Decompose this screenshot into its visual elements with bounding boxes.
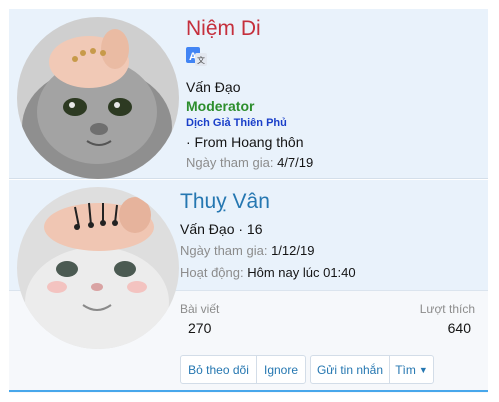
user-title: Vấn Đạo · 16 <box>180 221 263 237</box>
last-activity-value: Hôm nay lúc 01:40 <box>247 265 356 280</box>
last-activity-label: Hoạt động: <box>180 265 244 280</box>
card-bottom-rule <box>9 390 488 392</box>
user-title: Vấn Đạo <box>186 79 241 95</box>
send-message-button[interactable]: Gửi tin nhắn <box>310 355 390 384</box>
ignore-button[interactable]: Ignore <box>256 355 306 384</box>
join-date: Ngày tham gia: 4/7/19 <box>186 155 313 170</box>
chevron-down-icon: ▼ <box>418 364 428 375</box>
join-date-value: 4/7/19 <box>277 155 314 170</box>
likes-label: Lượt thích <box>419 302 475 316</box>
translate-icon: A 文 <box>186 47 208 67</box>
join-date: Ngày tham gia: 1/12/19 <box>180 243 314 258</box>
moderator-banner: Moderator <box>186 98 255 114</box>
avatar-thuy-van[interactable] <box>17 187 179 349</box>
posts-count[interactable]: 270 <box>188 320 211 336</box>
last-activity: Hoạt động: Hôm nay lúc 01:40 <box>180 265 356 280</box>
profile-name-thuy-van[interactable]: Thuỵ Vân <box>180 190 270 214</box>
likes-count: 640 <box>447 320 471 336</box>
avatar-niem-di[interactable] <box>17 17 179 179</box>
profile-name-niem-di[interactable]: Niệm Di <box>186 17 261 41</box>
user-subtitle: Dịch Giả Thiên Phủ <box>186 117 287 129</box>
svg-text:文: 文 <box>197 55 205 65</box>
user-location: · From Hoang thôn <box>186 134 304 150</box>
posts-label: Bài viết <box>180 302 220 316</box>
join-date-value: 1/12/19 <box>271 243 315 258</box>
unfollow-button[interactable]: Bỏ theo dõi <box>180 355 257 384</box>
find-menu-button[interactable]: Tìm ▼ <box>389 355 434 384</box>
join-date-label: Ngày tham gia: <box>186 155 274 170</box>
join-date-label: Ngày tham gia: <box>180 243 268 258</box>
find-label: Tìm <box>395 362 416 377</box>
